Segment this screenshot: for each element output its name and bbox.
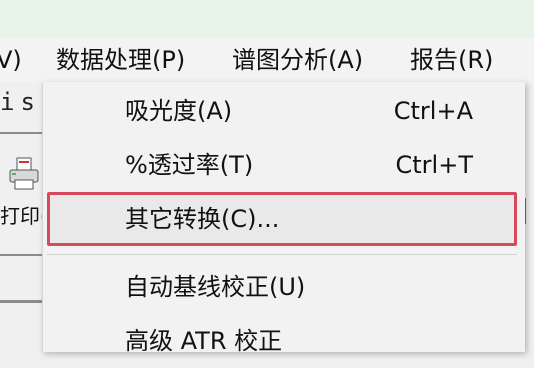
menu-report[interactable]: 报告(R) <box>410 38 493 82</box>
menu-item-label: 自动基线校正(U) <box>125 273 306 301</box>
menu-data-processing[interactable]: 数据处理(P) <box>56 38 185 82</box>
menu-item-transmittance[interactable]: %透过率(T) Ctrl+T <box>43 138 523 192</box>
data-processing-dropdown: 吸光度(A) Ctrl+A %透过率(T) Ctrl+T 其它转换(C)... … <box>42 82 525 355</box>
menu-item-label: 其它转换(C)... <box>125 205 280 233</box>
menu-item-shortcut: Ctrl+A <box>393 97 473 125</box>
menu-separator <box>47 254 517 255</box>
menu-item-absorbance[interactable]: 吸光度(A) Ctrl+A <box>43 84 523 138</box>
right-edge-control <box>524 198 534 224</box>
menu-item-label: 吸光度(A) <box>125 97 233 125</box>
menu-item-other-conversion[interactable]: 其它转换(C)... <box>43 192 523 246</box>
menu-spectrum-analysis[interactable]: 谱图分析(A) <box>232 38 363 82</box>
menu-item-label: 高级 ATR 校正 <box>125 327 283 355</box>
menu-bar: V) 数据处理(P) 谱图分析(A) 报告(R) <box>0 38 534 82</box>
title-bar <box>0 0 534 38</box>
menu-view[interactable]: V) <box>0 38 22 82</box>
menu-item-shortcut: Ctrl+T <box>395 151 473 179</box>
menu-item-advanced-atr[interactable]: 高级 ATR 校正 <box>43 314 523 368</box>
printer-icon[interactable] <box>8 156 40 192</box>
menu-item-auto-baseline[interactable]: 自动基线校正(U) <box>43 260 523 314</box>
menu-item-label: %透过率(T) <box>125 151 254 179</box>
print-button-label[interactable]: 打印( <box>0 200 48 229</box>
